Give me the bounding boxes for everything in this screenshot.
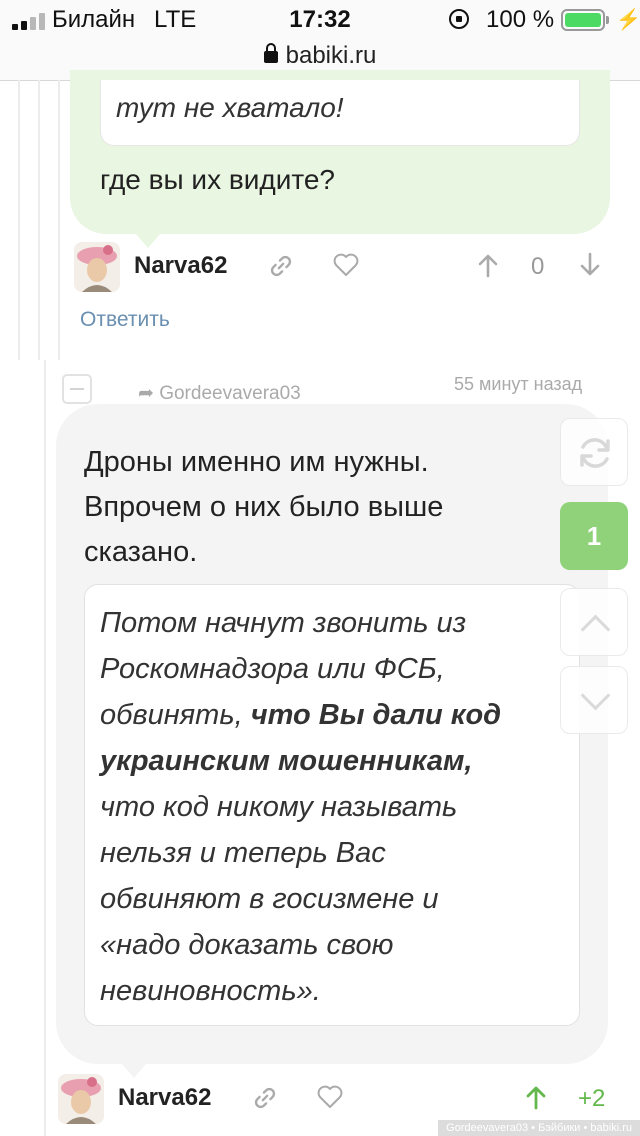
- vote-score: +2: [578, 1085, 606, 1112]
- lock-icon: [263, 43, 278, 63]
- quote-line: невиновность».: [100, 975, 321, 1007]
- scroll-up-button[interactable]: [560, 588, 628, 656]
- link-icon[interactable]: [252, 1085, 278, 1111]
- quote-line: обвиняют в госизмене и: [100, 883, 439, 915]
- quote-line: нельзя и теперь Вас: [100, 837, 386, 869]
- quote-line: Потом начнут звонить из: [100, 607, 467, 639]
- downvote-icon[interactable]: [578, 252, 602, 278]
- battery-icon: [561, 9, 605, 31]
- status-bar: Билайн LTE 17:32 100 % ⚡: [0, 0, 640, 40]
- thread-line: [44, 360, 46, 1136]
- quote-text: Потом начнут звонить из Роскомнадзора ил…: [100, 600, 570, 1014]
- charging-icon: ⚡: [616, 9, 640, 31]
- comment-text: Дроны именно им нужны. Впрочем о них был…: [84, 446, 444, 568]
- comment-timestamp: 55 минут назад: [454, 374, 583, 394]
- scroll-down-button[interactable]: [560, 666, 628, 734]
- quote-line: «надо доказать свою: [100, 929, 394, 961]
- thread-line: [38, 80, 40, 360]
- quote-text: тут не хватало!: [116, 92, 344, 123]
- reply-to[interactable]: ➦ Gordeevavera03: [138, 382, 301, 405]
- quote-line-prefix: обвинять,: [100, 699, 251, 731]
- reply-to-user: Gordeevavera03: [159, 383, 301, 404]
- url-domain: babiki.ru: [285, 42, 377, 69]
- link-icon[interactable]: [268, 253, 294, 279]
- chevron-up-icon: [580, 614, 611, 645]
- author-name[interactable]: Narva62: [134, 252, 227, 280]
- new-comments-counter[interactable]: 1: [560, 502, 628, 570]
- refresh-button[interactable]: [560, 418, 628, 486]
- reply-arrow-icon: ➦: [138, 383, 154, 404]
- avatar[interactable]: [58, 1074, 104, 1124]
- battery-tip: [606, 16, 609, 24]
- watermark: Gordeevavera03 • Бэйбики • babiki.ru: [438, 1120, 640, 1136]
- author-name[interactable]: Narva62: [118, 1084, 211, 1112]
- quote-line-mixed: обвинять, что Вы дали код: [100, 692, 570, 738]
- comment-text: где вы их видите?: [100, 164, 335, 195]
- collapse-thread-button[interactable]: [62, 374, 92, 404]
- quote-line: Роскомнадзора или ФСБ,: [100, 653, 445, 685]
- upvote-icon[interactable]: [524, 1084, 548, 1110]
- quote-line: что код никому называть: [100, 791, 458, 823]
- chevron-down-icon: [580, 680, 611, 711]
- vote-score: 0: [531, 253, 545, 280]
- heart-icon[interactable]: [316, 1084, 344, 1110]
- upvote-icon[interactable]: [476, 252, 500, 278]
- reply-link[interactable]: Ответить: [80, 308, 170, 332]
- refresh-icon: [580, 438, 610, 468]
- battery-percent: 100 %: [486, 6, 555, 33]
- thread-line: [58, 80, 60, 360]
- avatar[interactable]: [74, 242, 120, 292]
- heart-icon[interactable]: [332, 252, 360, 278]
- thread-line: [18, 80, 20, 360]
- quote-bold-text: что Вы дали код: [250, 699, 502, 731]
- rotation-lock-icon: [449, 9, 469, 29]
- quote-line-bold: украинским мошенникам,: [100, 745, 473, 777]
